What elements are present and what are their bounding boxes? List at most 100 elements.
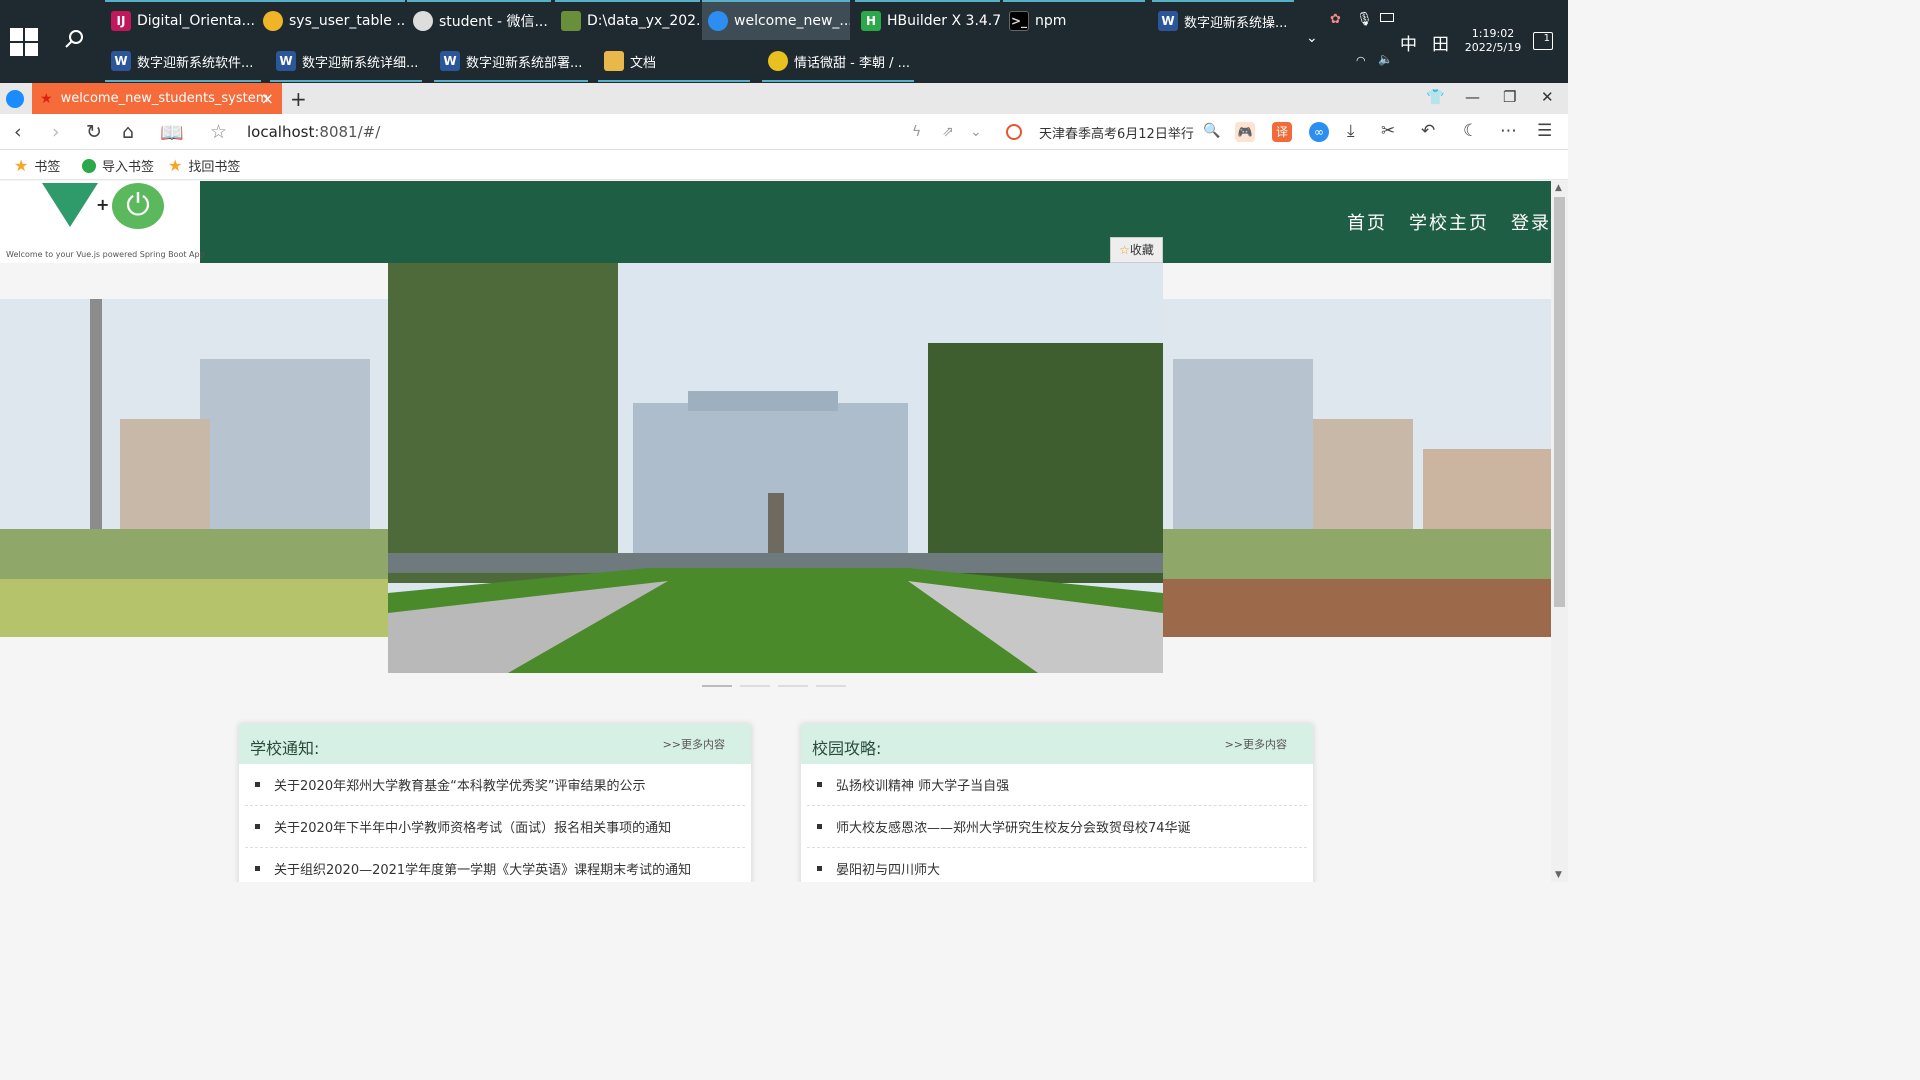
- bullet-icon: [255, 866, 260, 871]
- taskbar-app-word-deploy[interactable]: W 数字迎新系统部署...: [434, 42, 588, 82]
- taskbar-app-word-detail[interactable]: W 数字迎新系统详细...: [270, 42, 422, 82]
- list-item[interactable]: 关于2020年下半年中小学教师资格考试（面试）报名相关事项的通知: [245, 806, 745, 848]
- undo-icon[interactable]: ↶: [1421, 121, 1435, 141]
- wifi-icon[interactable]: ◠: [1356, 54, 1366, 67]
- taskbar-app-documents[interactable]: 文档: [598, 42, 750, 82]
- menu-icon[interactable]: ☰: [1537, 121, 1552, 141]
- clock-date: 2022/5/19: [1464, 41, 1522, 54]
- taskbar-app-idea[interactable]: IJ Digital_Orienta...: [105, 0, 259, 40]
- image-carousel[interactable]: [0, 263, 1551, 673]
- forward-icon[interactable]: ›: [52, 121, 60, 143]
- more-icon[interactable]: ⋯: [1500, 121, 1517, 141]
- idea-icon: IJ: [111, 11, 131, 31]
- bookmark-star-icon[interactable]: ☆: [210, 121, 227, 143]
- taskbar-app-wechat[interactable]: student - 微信...: [407, 0, 551, 40]
- windows-start-icon[interactable]: [10, 28, 38, 56]
- carousel-next-slide[interactable]: [1163, 299, 1551, 637]
- campus-main-building-image: [388, 263, 1163, 673]
- sogou-search-icon[interactable]: [1006, 124, 1022, 140]
- bullet-icon: [255, 824, 260, 829]
- overflow-chevron-icon[interactable]: ⌄: [1306, 30, 1318, 46]
- minimize-icon[interactable]: —: [1465, 88, 1480, 106]
- restore-icon[interactable]: ❐: [1503, 88, 1516, 106]
- system-clock[interactable]: 1:19:02 2022/5/19: [1462, 27, 1524, 55]
- taskbar-app-hbuilder[interactable]: H HBuilder X 3.4.7: [855, 0, 1000, 40]
- hot-search-text[interactable]: 天津春季高考6月12日举行: [1039, 123, 1194, 142]
- panel-header: 校园攻略: >>更多内容: [801, 724, 1313, 764]
- scroll-up-icon[interactable]: ▲: [1555, 183, 1562, 193]
- site-logo[interactable]: + ⏻ Welcome to your Vue.js powered Sprin…: [0, 181, 205, 263]
- notification-center-icon[interactable]: 1: [1533, 32, 1553, 50]
- carousel-indicators: [702, 685, 846, 687]
- scrollbar-thumb[interactable]: [1554, 197, 1565, 607]
- bullet-icon: [817, 782, 822, 787]
- list-item[interactable]: 关于2020年郑州大学教育基金“本科教学优秀奖”评审结果的公示: [245, 764, 745, 806]
- close-window-icon[interactable]: ✕: [1541, 88, 1554, 106]
- ime-grid-icon[interactable]: 田: [1432, 30, 1449, 55]
- windows-taskbar: IJ Digital_Orienta... sys_user_table ... …: [0, 0, 1568, 83]
- carousel-active-slide[interactable]: [388, 263, 1163, 673]
- list-item[interactable]: 师大校友感恩浓——郑州大学研究生校友分会致贺母校74华诞: [807, 806, 1307, 848]
- list-item[interactable]: 晏阳初与四川师大: [807, 848, 1307, 882]
- download-icon[interactable]: ⤓: [1347, 121, 1355, 141]
- game-icon[interactable]: 🎮: [1235, 122, 1255, 142]
- carousel-indicator[interactable]: [740, 685, 770, 687]
- panel-title: 校园攻略:: [812, 739, 882, 758]
- hbuilder-icon: H: [861, 11, 881, 31]
- taskbar-app-data-folder[interactable]: D:\data_yx_202...: [555, 0, 700, 40]
- bookmark-item-bookmarks[interactable]: ★ 书签: [14, 156, 60, 175]
- shirt-skin-icon[interactable]: 👕: [1426, 88, 1445, 106]
- taskbar-app-browser[interactable]: welcome_new_...: [702, 0, 850, 40]
- translate-icon[interactable]: 译: [1272, 122, 1292, 142]
- browser-tab-active[interactable]: ★ welcome_new_students_system ×: [32, 83, 282, 114]
- lightning-icon[interactable]: ϟ: [912, 124, 921, 140]
- carousel-indicator[interactable]: [778, 685, 808, 687]
- infinity-extension-icon[interactable]: ∞: [1309, 122, 1329, 142]
- page-scrollbar[interactable]: ▲ ▼: [1551, 181, 1568, 882]
- import-icon: [82, 158, 96, 173]
- nav-login[interactable]: 登录: [1511, 209, 1551, 235]
- new-tab-button[interactable]: +: [290, 87, 307, 111]
- volume-icon[interactable]: 🔈: [1378, 52, 1393, 66]
- taskbar-app-word-software[interactable]: W 数字迎新系统软件...: [105, 42, 261, 82]
- carousel-prev-slide[interactable]: [0, 299, 388, 637]
- search-icon[interactable]: [62, 28, 86, 52]
- wechat-icon: [413, 11, 433, 31]
- bookmark-item-recover[interactable]: ★ 找回书签: [168, 156, 240, 175]
- browser-logo-icon[interactable]: [6, 90, 24, 108]
- ime-indicator[interactable]: 中: [1400, 30, 1417, 55]
- bookmark-item-import[interactable]: 导入书签: [82, 156, 154, 175]
- screenshot-scissors-icon[interactable]: ✂: [1381, 121, 1395, 141]
- reading-mode-icon[interactable]: 📖: [160, 121, 184, 144]
- carousel-indicator[interactable]: [702, 685, 732, 687]
- taskbar-app-word-operation[interactable]: W 数字迎新系统操...: [1152, 0, 1294, 40]
- refresh-icon[interactable]: ↻: [86, 121, 102, 143]
- list-item[interactable]: 弘扬校训精神 师大学子当自强: [807, 764, 1307, 806]
- taskbar-app-music[interactable]: 情话微甜 - 李朝 / ...: [762, 42, 914, 82]
- database-icon: [263, 11, 283, 31]
- tray-app-icon[interactable]: ✿: [1330, 12, 1341, 27]
- taskbar-app-database[interactable]: sys_user_table ...: [257, 0, 405, 40]
- notice-list: 关于2020年郑州大学教育基金“本科教学优秀奖”评审结果的公示 关于2020年下…: [239, 764, 751, 882]
- more-link[interactable]: >>更多内容: [663, 736, 725, 752]
- nav-school-home[interactable]: 学校主页: [1409, 209, 1489, 235]
- browser-tab-bar: ★ welcome_new_students_system × + 👕 — ❐ …: [0, 83, 1568, 114]
- more-link[interactable]: >>更多内容: [1225, 736, 1287, 752]
- battery-icon[interactable]: [1380, 13, 1394, 22]
- carousel-indicator[interactable]: [816, 685, 846, 687]
- url-input[interactable]: localhost:8081/#/: [247, 123, 380, 141]
- close-tab-icon[interactable]: ×: [261, 89, 274, 108]
- search-icon[interactable]: 🔍: [1203, 123, 1220, 139]
- share-icon[interactable]: ⇗: [942, 124, 954, 140]
- home-icon[interactable]: ⌂: [122, 121, 134, 143]
- scroll-down-icon[interactable]: ▼: [1555, 870, 1562, 880]
- night-mode-icon[interactable]: ☾: [1463, 121, 1478, 141]
- favorite-button[interactable]: ☆收藏: [1110, 237, 1163, 263]
- list-item[interactable]: 关于组织2020—2021学年度第一学期《大学英语》课程期末考试的通知: [245, 848, 745, 882]
- nav-home[interactable]: 首页: [1347, 209, 1387, 235]
- microphone-icon[interactable]: 🎙: [1356, 12, 1373, 27]
- taskbar-app-npm[interactable]: >_ npm: [1003, 0, 1145, 40]
- dropdown-chevron-icon[interactable]: ⌄: [970, 124, 982, 140]
- school-notices-panel: 学校通知: >>更多内容 关于2020年郑州大学教育基金“本科教学优秀奖”评审结…: [239, 724, 751, 882]
- back-icon[interactable]: ‹: [14, 121, 22, 143]
